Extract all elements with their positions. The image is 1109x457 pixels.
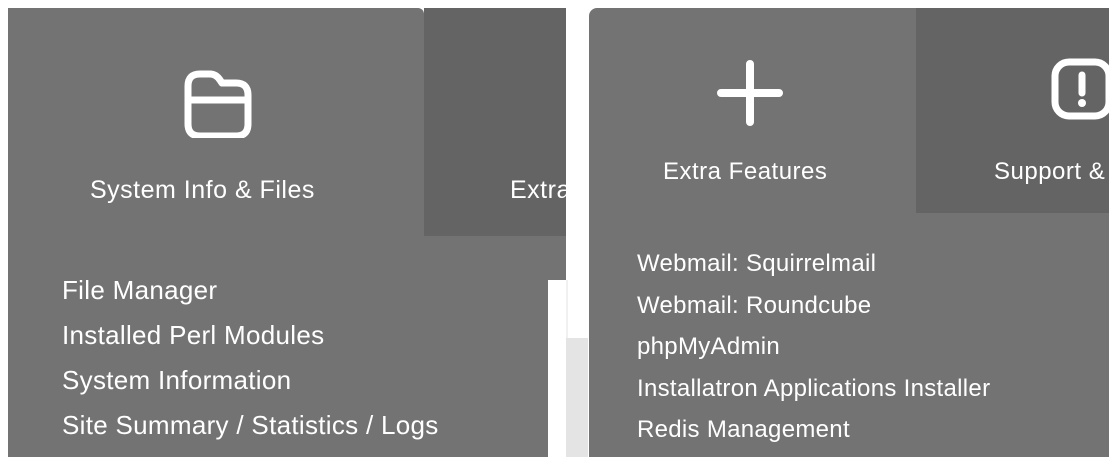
right-panel: Extra Features Support & Webmail: Squirr… <box>589 8 1109 457</box>
menu-item-site-summary[interactable]: Site Summary / Statistics / Logs <box>62 403 439 448</box>
left-panel: System Info & Files Extra File Manager I… <box>8 8 566 457</box>
plus-icon <box>717 60 783 126</box>
folder-icon <box>178 66 256 140</box>
system-info-menu: File Manager Installed Perl Modules Syst… <box>8 236 566 457</box>
menu-item-system-information[interactable]: System Information <box>62 358 439 403</box>
menu-item-redis[interactable]: Redis Management <box>637 409 990 451</box>
alert-icon <box>1051 58 1109 120</box>
tab-support[interactable]: Support & <box>916 8 1109 215</box>
menu-item-squirrelmail[interactable]: Webmail: Squirrelmail <box>637 243 990 285</box>
tab-label: System Info & Files <box>90 176 315 204</box>
divider <box>566 338 588 457</box>
tab-extra[interactable]: Extra <box>424 8 566 236</box>
menu-item-file-manager[interactable]: File Manager <box>62 268 439 313</box>
tab-label: Extra Features <box>663 158 828 185</box>
menu-item-roundcube[interactable]: Webmail: Roundcube <box>637 285 990 327</box>
menu-item-phpmyadmin[interactable]: phpMyAdmin <box>637 326 990 368</box>
menu-item-perl-modules[interactable]: Installed Perl Modules <box>62 313 439 358</box>
tab-label: Support & <box>994 158 1106 185</box>
divider <box>548 280 566 457</box>
tab-system-info-files[interactable]: System Info & Files <box>8 8 424 248</box>
extra-features-menu: Webmail: Squirrelmail Webmail: Roundcube… <box>589 213 1109 457</box>
tab-label: Extra <box>510 176 566 204</box>
menu-item-installatron[interactable]: Installatron Applications Installer <box>637 368 990 410</box>
tab-extra-features[interactable]: Extra Features <box>589 8 917 218</box>
divider <box>566 280 568 338</box>
